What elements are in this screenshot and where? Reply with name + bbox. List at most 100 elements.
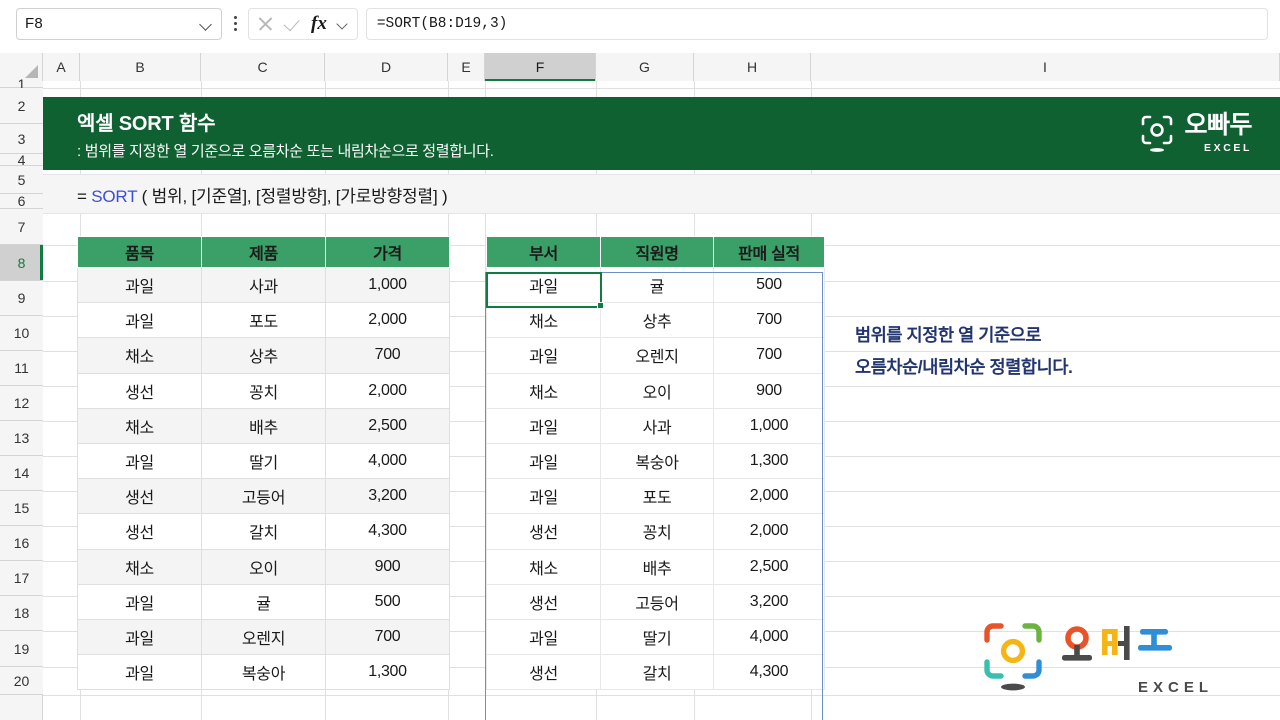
table-row[interactable]: 과일 포도 2,000	[77, 302, 450, 339]
column-header-c[interactable]: C	[201, 53, 325, 81]
kebab-menu-icon[interactable]	[226, 8, 244, 40]
table-cell[interactable]: 귤	[201, 583, 326, 620]
table-cell[interactable]: 딸기	[201, 442, 326, 480]
table-cell[interactable]: 700	[713, 302, 825, 339]
table-cell[interactable]: 생선	[77, 513, 202, 550]
table-cell[interactable]: 1,300	[325, 654, 450, 691]
table-cell[interactable]: 복숭아	[201, 654, 326, 691]
table-row[interactable]: 과일 오렌지 700	[77, 618, 450, 656]
table-cell[interactable]: 갈치	[201, 513, 326, 550]
row-header-7[interactable]: 7	[0, 209, 43, 245]
table-cell[interactable]: 4,000	[325, 442, 450, 480]
table-cell[interactable]: 과일	[77, 654, 202, 691]
table-cell[interactable]: 꽁치	[201, 372, 326, 409]
table-row[interactable]: 과일 딸기 4,000	[77, 442, 450, 480]
table-cell[interactable]: 갈치	[600, 654, 714, 691]
table-row[interactable]: 채소 배추 2,500	[486, 548, 825, 585]
table-row[interactable]: 과일 복숭아 1,300	[486, 442, 825, 480]
row-header-13[interactable]: 13	[0, 421, 43, 456]
table-cell[interactable]: 상추	[600, 302, 714, 339]
fill-handle[interactable]	[597, 302, 604, 309]
table-cell[interactable]: 2,000	[713, 513, 825, 550]
chevron-down-icon[interactable]	[337, 18, 349, 30]
table-cell[interactable]: 700	[713, 337, 825, 374]
table-cell[interactable]: 700	[325, 618, 450, 656]
table-cell[interactable]: 4,300	[713, 654, 825, 691]
result-table[interactable]: 부서 직원명 판매 실적 과일 귤 500 채소 상추 700 과일 오렌지 700 채소 오이 900 과일…	[486, 236, 825, 691]
column-header-cell[interactable]: 부서	[486, 236, 601, 268]
table-row[interactable]: 과일 포도 2,000	[486, 478, 825, 515]
table-cell[interactable]: 고등어	[600, 583, 714, 620]
column-header-f[interactable]: F	[485, 53, 596, 82]
table-cell[interactable]: 채소	[486, 372, 601, 409]
fx-insert-function-icon[interactable]: fx	[311, 14, 327, 33]
checkmark-icon[interactable]	[284, 15, 301, 32]
column-header-b[interactable]: B	[80, 53, 201, 81]
table-cell[interactable]: 생선	[77, 372, 202, 409]
row-header-10[interactable]: 10	[0, 316, 43, 351]
row-header-4[interactable]: 4	[0, 152, 43, 168]
table-cell[interactable]: 오렌지	[600, 337, 714, 374]
table-row[interactable]: 생선 갈치 4,300	[486, 654, 825, 691]
column-header-cell[interactable]: 직원명	[600, 236, 714, 268]
row-header-18[interactable]: 18	[0, 596, 43, 631]
table-cell[interactable]: 생선	[486, 583, 601, 620]
row-header-17[interactable]: 17	[0, 561, 43, 596]
table-cell[interactable]: 고등어	[201, 478, 326, 515]
table-cell[interactable]: 과일	[486, 618, 601, 656]
table-row[interactable]: 생선 고등어 3,200	[77, 478, 450, 515]
table-cell[interactable]: 3,200	[325, 478, 450, 515]
table-row[interactable]: 과일 사과 1,000	[77, 266, 450, 304]
table-cell[interactable]: 2,000	[325, 302, 450, 339]
table-cell[interactable]: 배추	[600, 548, 714, 585]
table-row[interactable]: 과일 귤 500	[486, 266, 825, 304]
table-row[interactable]: 채소 상추 700	[77, 337, 450, 374]
source-table[interactable]: 품목 제품 가격 과일 사과 1,000 과일 포도 2,000 채소 상추 700 생선 꽁치 2,000…	[77, 236, 450, 691]
table-cell[interactable]: 채소	[77, 407, 202, 444]
table-cell[interactable]: 오이	[600, 372, 714, 409]
column-header-cell[interactable]: 가격	[325, 236, 450, 268]
table-cell[interactable]: 생선	[486, 513, 601, 550]
row-header-11[interactable]: 11	[0, 351, 43, 386]
table-cell[interactable]: 복숭아	[600, 442, 714, 480]
table-cell[interactable]: 채소	[77, 548, 202, 585]
row-header-14[interactable]: 14	[0, 456, 43, 491]
table-cell[interactable]: 4,300	[325, 513, 450, 550]
row-header-8[interactable]: 8	[0, 245, 43, 281]
table-cell[interactable]: 포도	[600, 478, 714, 515]
formula-input[interactable]: =SORT(B8:D19,3)	[365, 7, 1268, 40]
row-header-12[interactable]: 12	[0, 386, 43, 421]
table-cell[interactable]: 과일	[77, 442, 202, 480]
table-row[interactable]: 생선 갈치 4,300	[77, 513, 450, 550]
table-cell[interactable]: 1,300	[713, 442, 825, 480]
table-cell[interactable]: 4,000	[713, 618, 825, 656]
row-header-9[interactable]: 9	[0, 281, 43, 316]
row-header-3[interactable]: 3	[0, 124, 43, 154]
column-header-g[interactable]: G	[596, 53, 694, 81]
table-row[interactable]: 과일 사과 1,000	[486, 407, 825, 444]
table-cell[interactable]: 500	[325, 583, 450, 620]
table-cell[interactable]: 2,000	[713, 478, 825, 515]
table-row[interactable]: 생선 꽁치 2,000	[77, 372, 450, 409]
table-cell[interactable]: 딸기	[600, 618, 714, 656]
table-cell[interactable]: 500	[713, 266, 825, 304]
table-cell[interactable]: 생선	[486, 654, 601, 691]
table-cell[interactable]: 과일	[77, 266, 202, 304]
row-header-20[interactable]: 20	[0, 667, 43, 695]
table-cell[interactable]: 오렌지	[201, 618, 326, 656]
column-header-d[interactable]: D	[325, 53, 448, 81]
chevron-down-icon[interactable]	[199, 17, 213, 31]
table-cell[interactable]: 과일	[486, 407, 601, 444]
table-row[interactable]: 채소 상추 700	[486, 302, 825, 339]
table-cell[interactable]: 채소	[486, 548, 601, 585]
table-cell[interactable]: 900	[713, 372, 825, 409]
table-row[interactable]: 과일 오렌지 700	[486, 337, 825, 374]
table-cell[interactable]: 2,500	[325, 407, 450, 444]
table-cell[interactable]: 2,500	[713, 548, 825, 585]
table-cell[interactable]: 900	[325, 548, 450, 585]
table-cell[interactable]: 귤	[600, 266, 714, 304]
table-cell[interactable]: 배추	[201, 407, 326, 444]
table-cell[interactable]: 상추	[201, 337, 326, 374]
table-cell[interactable]: 채소	[77, 337, 202, 374]
table-cell[interactable]: 포도	[201, 302, 326, 339]
